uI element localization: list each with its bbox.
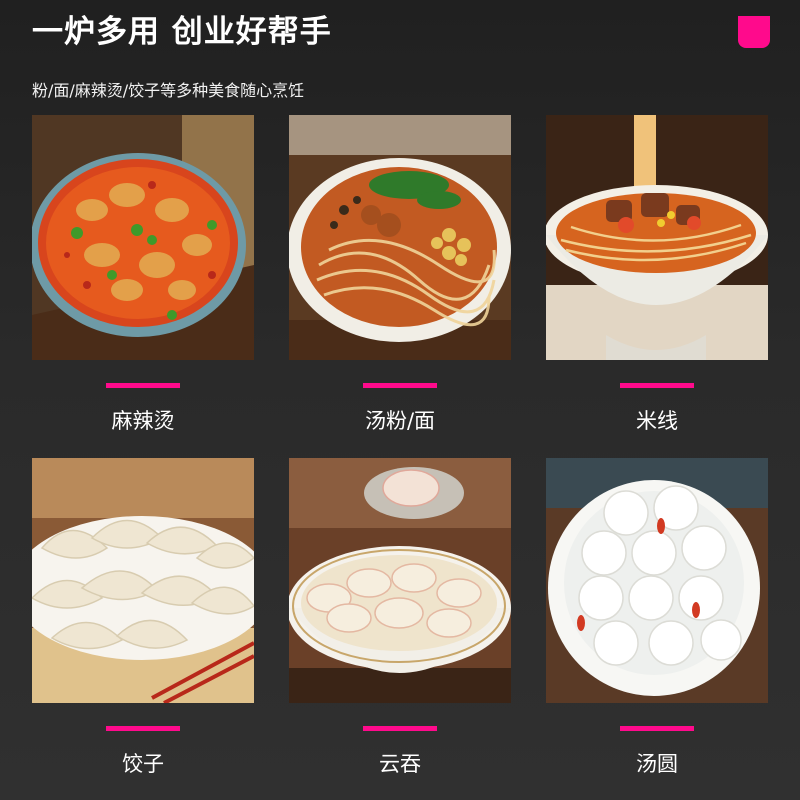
accent-bar [106, 726, 180, 731]
accent-bar [106, 383, 180, 388]
page-subtitle: 粉/面/麻辣烫/饺子等多种美食随心烹饪 [32, 81, 305, 100]
brand-badge [738, 16, 770, 48]
dish-card-malatang: 麻辣烫 [32, 115, 254, 434]
dumplings-photo [32, 458, 254, 703]
dish-card-tangyuan: 汤圆 [546, 458, 768, 777]
dish-label: 米线 [636, 409, 678, 433]
product-feature-panel: 一炉多用 创业好帮手 粉/面/麻辣烫/饺子等多种美食随心烹饪 麻辣烫 汤粉/面 … [0, 0, 800, 800]
accent-bar [363, 726, 437, 731]
wonton-photo [289, 458, 511, 703]
dish-label: 汤粉/面 [364, 409, 436, 433]
dish-label: 云吞 [379, 752, 421, 776]
accent-bar [363, 383, 437, 388]
dish-card-wonton: 云吞 [289, 458, 511, 777]
dish-label: 饺子 [122, 752, 164, 776]
dish-label: 麻辣烫 [111, 409, 175, 433]
dish-card-noodle-soup: 汤粉/面 [289, 115, 511, 434]
dish-label: 汤圆 [636, 752, 678, 776]
accent-bar [620, 383, 694, 388]
page-title: 一炉多用 创业好帮手 [32, 14, 332, 50]
tangyuan-photo [546, 458, 768, 703]
rice-noodle-photo [546, 115, 768, 360]
noodle-soup-photo [289, 115, 511, 360]
malatang-photo [32, 115, 254, 360]
dish-card-dumplings: 饺子 [32, 458, 254, 777]
dish-card-rice-noodle: 米线 [546, 115, 768, 434]
accent-bar [620, 726, 694, 731]
